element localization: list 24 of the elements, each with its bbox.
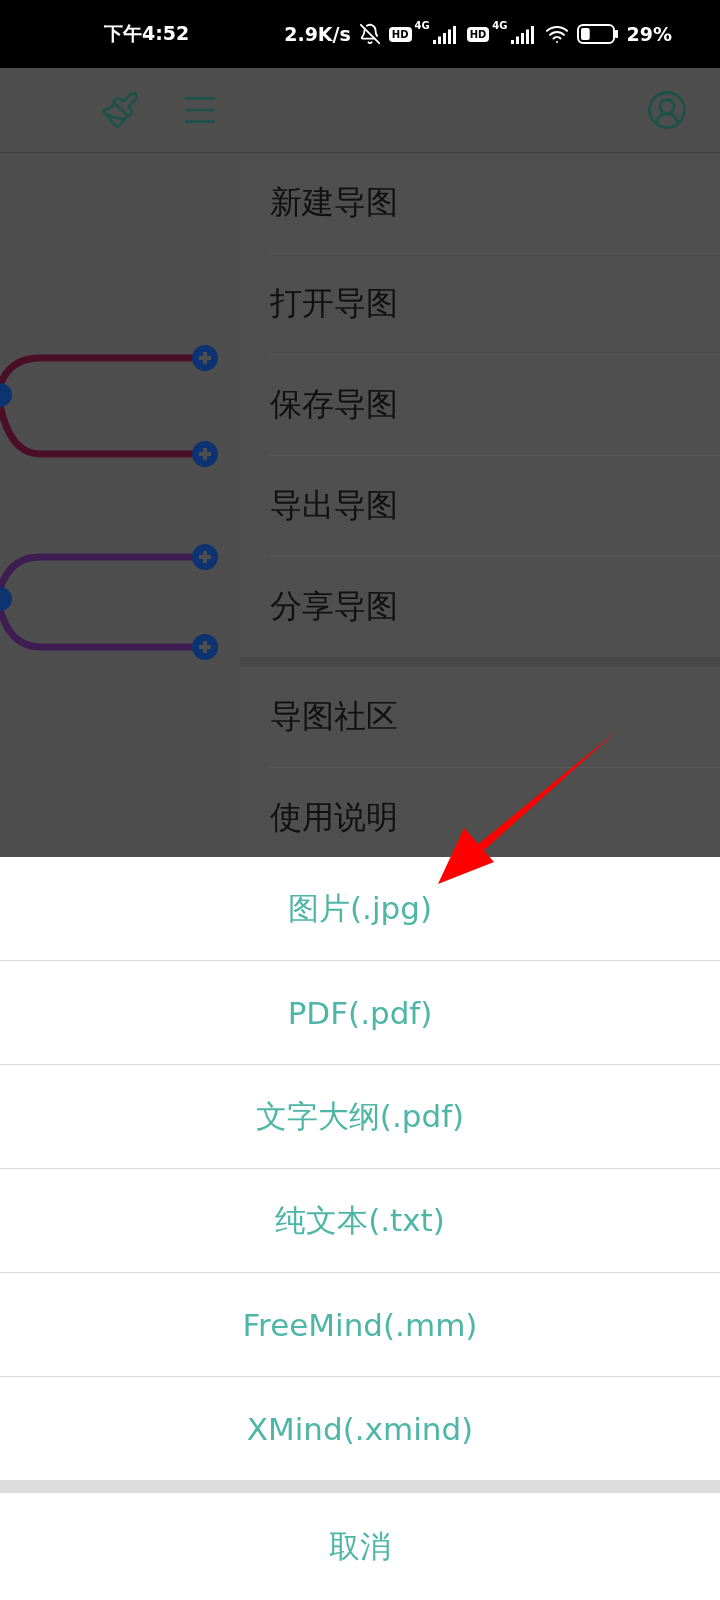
network-type: 4G — [492, 20, 508, 31]
network-speed: 2.9K/s — [284, 23, 351, 45]
export-option[interactable]: 纯文本(.txt) — [0, 1169, 720, 1273]
menu-item[interactable]: 打开导图 — [270, 253, 720, 354]
menu-item[interactable]: 导出导图 — [270, 455, 720, 556]
signal-icon — [432, 24, 459, 44]
battery-percent: 29% — [626, 23, 672, 45]
network-type: 4G — [414, 20, 430, 31]
hd-badge: HD — [466, 26, 490, 42]
menu-item[interactable]: 导图社区 — [270, 667, 720, 767]
brush-icon[interactable] — [100, 90, 140, 130]
export-option[interactable]: 文字大纲(.pdf) — [0, 1065, 720, 1169]
menu-item[interactable]: 保存导图 — [270, 354, 720, 455]
account-icon[interactable] — [646, 89, 688, 131]
clock-time: 下午4:52 — [104, 21, 190, 46]
hd-badge: HD — [388, 26, 412, 42]
menu-item[interactable]: 分享导图 — [270, 556, 720, 657]
battery-icon — [576, 24, 619, 44]
export-option[interactable]: FreeMind(.mm) — [0, 1273, 720, 1377]
signal-icon — [510, 24, 537, 44]
export-option[interactable]: PDF(.pdf) — [0, 961, 720, 1065]
cancel-button[interactable]: 取消 — [0, 1493, 720, 1600]
menu-item[interactable]: 新建导图 — [270, 153, 720, 253]
mute-icon — [358, 23, 381, 45]
